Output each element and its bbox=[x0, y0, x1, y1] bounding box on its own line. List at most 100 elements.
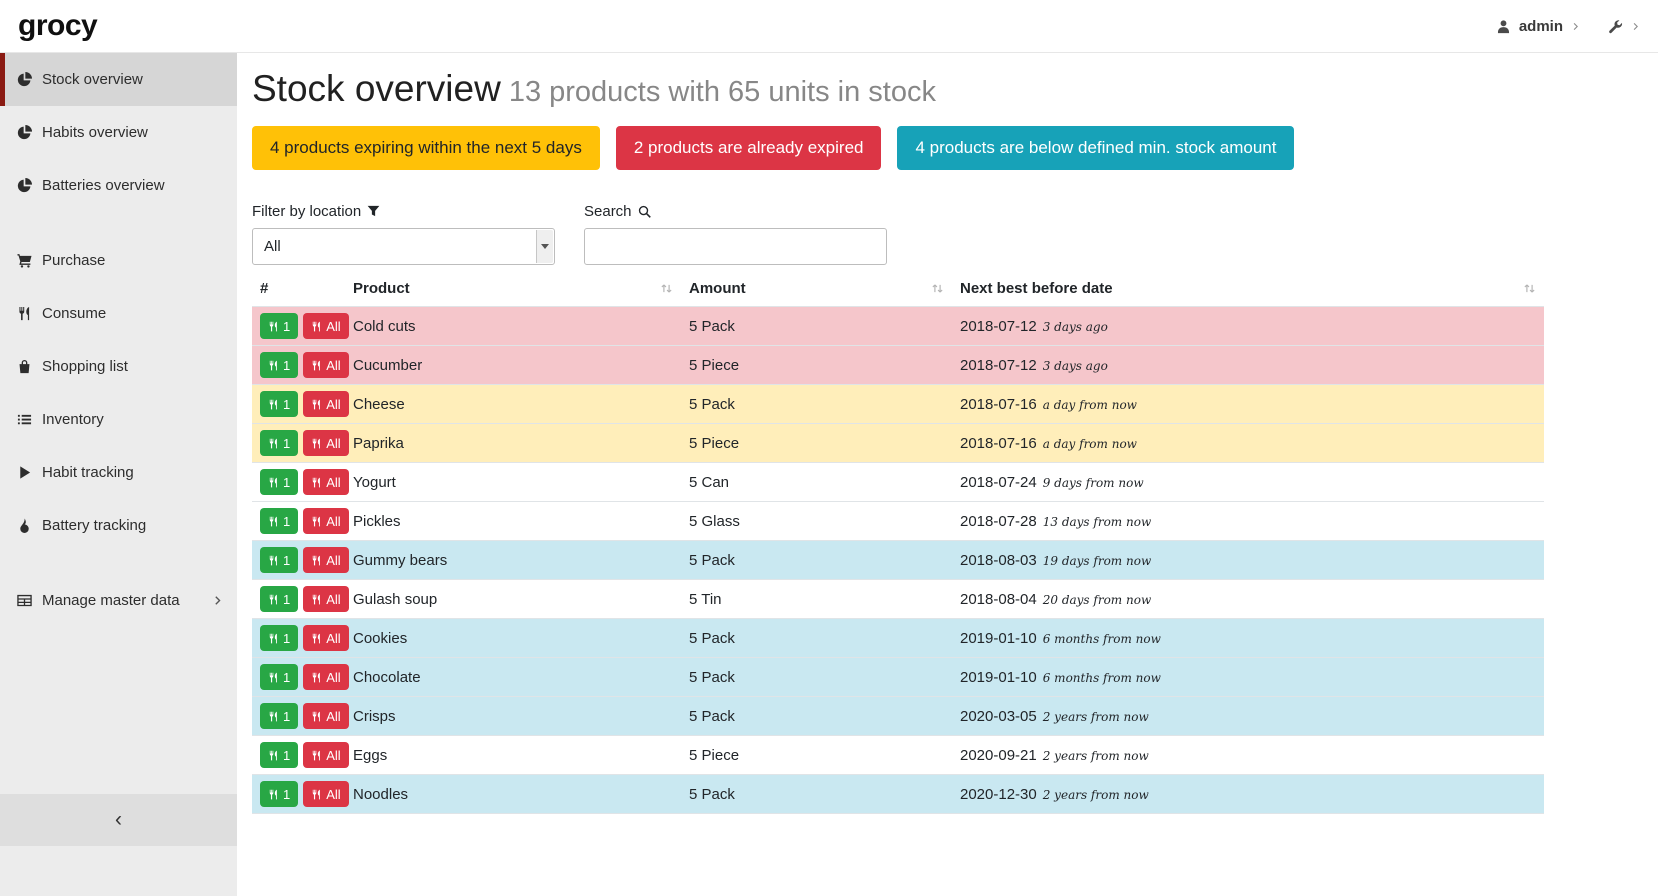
consume-all-button[interactable]: All bbox=[303, 469, 348, 495]
best-before-relative: 2 years from now bbox=[1043, 710, 1149, 724]
user-menu[interactable]: admin bbox=[1496, 18, 1580, 35]
best-before-date: 2020-03-05 bbox=[960, 708, 1037, 725]
consume-one-button[interactable]: 1 bbox=[260, 508, 298, 534]
sidebar-item-batteries-overview[interactable]: Batteries overview bbox=[0, 159, 237, 212]
consume-one-button[interactable]: 1 bbox=[260, 352, 298, 378]
consume-all-button[interactable]: All bbox=[303, 508, 348, 534]
search-input[interactable] bbox=[584, 228, 887, 265]
column-header-product[interactable]: Product bbox=[345, 278, 681, 307]
consume-one-button[interactable]: 1 bbox=[260, 313, 298, 339]
consume-all-button[interactable]: All bbox=[303, 781, 348, 807]
settings-menu[interactable] bbox=[1608, 19, 1640, 34]
consume-one-button[interactable]: 1 bbox=[260, 586, 298, 612]
consume-all-button[interactable]: All bbox=[303, 352, 348, 378]
best-before-relative: 2 years from now bbox=[1043, 749, 1149, 763]
best-before-date: 2020-09-21 bbox=[960, 747, 1037, 764]
chevron-right-icon bbox=[212, 595, 223, 606]
sidebar-item-consume[interactable]: Consume bbox=[0, 287, 237, 340]
consume-one-button[interactable]: 1 bbox=[260, 430, 298, 456]
consume-one-button[interactable]: 1 bbox=[260, 625, 298, 651]
utensils-icon bbox=[311, 555, 322, 566]
utensils-icon bbox=[268, 633, 279, 644]
consume-one-button[interactable]: 1 bbox=[260, 547, 298, 573]
consume-one-button[interactable]: 1 bbox=[260, 781, 298, 807]
amount-cell: 5 Pack bbox=[681, 775, 952, 814]
utensils-icon bbox=[311, 516, 322, 527]
column-header-amount[interactable]: Amount bbox=[681, 278, 952, 307]
sidebar-item-battery-tracking[interactable]: Battery tracking bbox=[0, 499, 237, 552]
search-label-text: Search bbox=[584, 203, 632, 220]
sidebar-item-stock-overview[interactable]: Stock overview bbox=[0, 53, 237, 106]
consume-one-button[interactable]: 1 bbox=[260, 742, 298, 768]
amount-cell: 5 Piece bbox=[681, 736, 952, 775]
column-header-best-before[interactable]: Next best before date bbox=[952, 278, 1544, 307]
shopping-bag-icon bbox=[17, 359, 32, 374]
consume-all-button[interactable]: All bbox=[303, 547, 348, 573]
best-before-relative: 20 days from now bbox=[1043, 593, 1152, 607]
sidebar-item-inventory[interactable]: Inventory bbox=[0, 393, 237, 446]
product-name-cell: Chocolate bbox=[345, 658, 681, 697]
filter-row: Filter by location All Search bbox=[252, 202, 1643, 265]
best-before-date: 2018-07-12 bbox=[960, 357, 1037, 374]
list-icon bbox=[17, 412, 32, 427]
sidebar-item-shopping-list[interactable]: Shopping list bbox=[0, 340, 237, 393]
best-before-relative: a day from now bbox=[1043, 398, 1137, 412]
below-min-stock-alert[interactable]: 4 products are below defined min. stock … bbox=[897, 126, 1294, 170]
product-name-cell: Pickles bbox=[345, 502, 681, 541]
consume-all-button[interactable]: All bbox=[303, 586, 348, 612]
play-icon bbox=[17, 465, 32, 480]
table-header-row: # Product Amount Next best before date bbox=[252, 278, 1544, 307]
consume-one-button[interactable]: 1 bbox=[260, 703, 298, 729]
expired-alert[interactable]: 2 products are already expired bbox=[616, 126, 882, 170]
consume-all-button[interactable]: All bbox=[303, 742, 348, 768]
sidebar-item-label: Consume bbox=[42, 305, 106, 322]
sidebar-item-purchase[interactable]: Purchase bbox=[0, 234, 237, 287]
utensils-icon bbox=[268, 477, 279, 488]
sidebar-item-habits-overview[interactable]: Habits overview bbox=[0, 106, 237, 159]
sidebar-item-manage-master-data[interactable]: Manage master data bbox=[0, 574, 237, 627]
consume-all-button[interactable]: All bbox=[303, 625, 348, 651]
best-before-date: 2018-07-16 bbox=[960, 396, 1037, 413]
consume-all-button[interactable]: All bbox=[303, 664, 348, 690]
status-alerts: 4 products expiring within the next 5 da… bbox=[252, 126, 1643, 170]
consume-all-button[interactable]: All bbox=[303, 313, 348, 339]
search-icon bbox=[638, 205, 651, 218]
chart-pie-icon bbox=[17, 178, 32, 193]
filter-icon bbox=[367, 205, 380, 218]
amount-cell: 5 Can bbox=[681, 463, 952, 502]
location-filter-label-text: Filter by location bbox=[252, 203, 361, 220]
table-row: 1All Cold cuts 5 Pack 2018-07-123 days a… bbox=[252, 307, 1544, 346]
sidebar-item-label: Manage master data bbox=[42, 592, 180, 609]
amount-cell: 5 Pack bbox=[681, 541, 952, 580]
best-before-relative: 6 months from now bbox=[1043, 671, 1161, 685]
amount-cell: 5 Tin bbox=[681, 580, 952, 619]
consume-all-button[interactable]: All bbox=[303, 703, 348, 729]
consume-one-button[interactable]: 1 bbox=[260, 664, 298, 690]
sidebar-item-label: Battery tracking bbox=[42, 517, 146, 534]
location-select-value: All bbox=[264, 238, 281, 255]
sidebar-collapse-button[interactable]: ‹ bbox=[0, 794, 237, 846]
best-before-date: 2018-08-03 bbox=[960, 552, 1037, 569]
sidebar-item-habit-tracking[interactable]: Habit tracking bbox=[0, 446, 237, 499]
expiring-soon-alert[interactable]: 4 products expiring within the next 5 da… bbox=[252, 126, 600, 170]
location-select[interactable]: All bbox=[252, 228, 555, 265]
utensils-icon bbox=[268, 438, 279, 449]
consume-one-button[interactable]: 1 bbox=[260, 469, 298, 495]
best-before-date: 2018-07-16 bbox=[960, 435, 1037, 452]
best-before-date: 2018-07-28 bbox=[960, 513, 1037, 530]
table-row: 1All Gummy bears 5 Pack 2018-08-0319 day… bbox=[252, 541, 1544, 580]
sort-icon bbox=[660, 282, 673, 295]
column-header-actions: # bbox=[252, 278, 345, 307]
utensils-icon bbox=[17, 306, 32, 321]
consume-all-button[interactable]: All bbox=[303, 430, 348, 456]
utensils-icon bbox=[311, 594, 322, 605]
consume-all-button[interactable]: All bbox=[303, 391, 348, 417]
app-logo[interactable]: grocy bbox=[18, 9, 97, 43]
chevron-right-icon bbox=[1571, 22, 1580, 31]
sidebar-item-label: Habit tracking bbox=[42, 464, 134, 481]
sidebar-item-label: Shopping list bbox=[42, 358, 128, 375]
amount-cell: 5 Pack bbox=[681, 307, 952, 346]
product-name-cell: Gummy bears bbox=[345, 541, 681, 580]
consume-one-button[interactable]: 1 bbox=[260, 391, 298, 417]
best-before-relative: a day from now bbox=[1043, 437, 1137, 451]
